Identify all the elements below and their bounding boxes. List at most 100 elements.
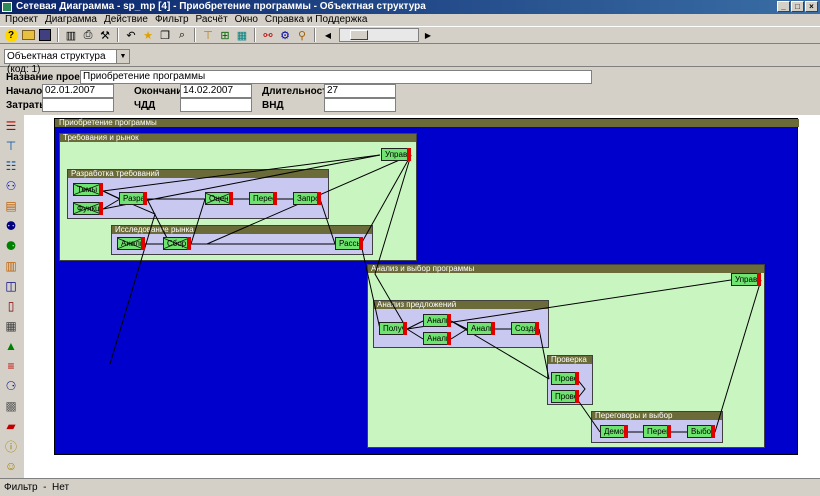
report-icon[interactable]: ▦ (2, 317, 20, 335)
toolbar-separator (57, 28, 59, 42)
task-node[interactable]: Перес (249, 192, 277, 205)
end-date-field[interactable]: 14.02.2007 (180, 84, 252, 98)
filter-icon[interactable]: ⚲ (294, 28, 310, 43)
task-list-icon[interactable]: ☷ (2, 157, 20, 175)
start-label: Начало (6, 86, 43, 97)
status-text: Фильтр - Нет (4, 482, 70, 493)
window-titlebar: Сетевая Диаграмма - sp_mp [4] - Приобрет… (0, 0, 820, 14)
link-icon[interactable]: ⚯ (260, 28, 276, 43)
duration-label: Длительность (262, 86, 334, 97)
users-icon[interactable]: ☺ (2, 457, 20, 475)
task-node[interactable]: Рассы (335, 237, 363, 250)
menu-action[interactable]: Действие (104, 14, 148, 26)
group-title: Анализ предложений (374, 301, 548, 309)
task-node[interactable]: Сбор (163, 237, 191, 250)
task-node[interactable]: Темы (73, 183, 103, 196)
org-icon[interactable]: ⚆ (2, 377, 20, 395)
project-properties: Название проекта Приобретение программы … (0, 67, 820, 115)
task-node[interactable]: Прове (551, 372, 579, 385)
wbs-icon[interactable]: ⊤ (2, 137, 20, 155)
layout-icon[interactable]: ▦ (234, 28, 250, 43)
toolbar-separator (314, 28, 316, 42)
info-icon[interactable]: ⓘ (2, 437, 20, 455)
zoom-icon[interactable]: ⌕ (174, 28, 190, 43)
tools-icon[interactable]: ⚒ (97, 28, 113, 43)
maximize-button[interactable]: □ (791, 1, 804, 12)
menu-project[interactable]: Проект (5, 14, 38, 26)
book-icon[interactable]: ▥ (63, 28, 79, 43)
matrix-icon[interactable]: ▩ (2, 397, 20, 415)
menu-window[interactable]: Окно (235, 14, 258, 26)
irr-field[interactable] (324, 98, 396, 112)
menu-filter[interactable]: Фильтр (155, 14, 189, 26)
menu-diagram[interactable]: Диаграмма (45, 14, 97, 26)
network-diagram[interactable]: Приобретение программы Требования и рыно… (54, 118, 799, 455)
task-node[interactable]: Оцен (205, 192, 233, 205)
copy-icon[interactable]: ❐ (157, 28, 173, 43)
task-node[interactable]: Запро (293, 192, 321, 205)
cost-icon[interactable]: ▥ (2, 257, 20, 275)
task-node[interactable]: Функц (73, 202, 103, 215)
duration-field[interactable]: 27 (324, 84, 396, 98)
gantt-icon[interactable]: ☰ (2, 117, 20, 135)
group-requirements-dev[interactable]: Разработка требований (67, 169, 329, 219)
task-node[interactable]: Анали (467, 322, 495, 335)
menu-calculation[interactable]: Расчёт (196, 14, 228, 26)
diagram-canvas[interactable]: Приобретение программы Требования и рыно… (24, 115, 820, 478)
tree-icon[interactable]: ▲ (2, 337, 20, 355)
zoom-slider[interactable] (339, 28, 419, 42)
print-icon[interactable]: ⎙ (80, 28, 96, 43)
schedule-icon[interactable]: ◫ (2, 277, 20, 295)
resource-icon[interactable]: ⚙ (277, 28, 293, 43)
task-node[interactable]: Анали (423, 332, 451, 345)
resources-icon[interactable]: ⚇ (2, 177, 20, 195)
undo-icon[interactable]: ↶ (123, 28, 139, 43)
group-title: Разработка требований (68, 170, 328, 178)
toolbar-separator (194, 28, 196, 42)
task-node[interactable]: Созда (511, 322, 539, 335)
npv-field[interactable] (180, 98, 252, 112)
project-name-field[interactable]: Приобретение программы (80, 70, 592, 84)
minimize-button[interactable]: _ (777, 1, 790, 12)
menu-bar: Проект Диаграмма Действие Фильтр Расчёт … (0, 14, 820, 26)
task-node[interactable]: Перег (643, 425, 671, 438)
help-icon[interactable]: ? (3, 28, 19, 43)
network-icon[interactable]: ⊞ (217, 28, 233, 43)
group-title: Анализ и выбор программы (368, 265, 764, 273)
scroll-right-icon[interactable]: ▶ (420, 28, 436, 43)
save-icon[interactable] (37, 28, 53, 43)
view-structure-select[interactable]: Объектная структура (код: 1) ▼ (4, 49, 130, 75)
task-node[interactable]: Управ (731, 273, 761, 286)
document-icon[interactable]: ▯ (2, 297, 20, 315)
people-icon[interactable]: ⚉ (2, 217, 20, 235)
task-node[interactable]: Выбор (687, 425, 716, 438)
menu-help[interactable]: Справка и Поддержка (265, 14, 368, 26)
calendar-icon[interactable]: ▤ (2, 197, 20, 215)
favorite-star-icon[interactable]: ★ (140, 28, 156, 43)
root-group-title[interactable]: Приобретение программы (55, 119, 799, 127)
main-toolbar: ? ▥ ⎙ ⚒ ↶ ★ ❐ ⌕ ⊤ ⊞ ▦ ⚯ ⚙ ⚲ ◀ ▶ (0, 26, 820, 44)
task-node[interactable]: Получ (379, 322, 407, 335)
task-node[interactable]: Анали (423, 314, 451, 327)
start-date-field[interactable]: 02.01.2007 (42, 84, 114, 98)
chevron-down-icon[interactable]: ▼ (116, 50, 129, 63)
task-node[interactable]: Анали (117, 237, 145, 250)
open-folder-icon[interactable] (20, 28, 36, 43)
npv-label: ЧДД (134, 100, 156, 111)
task-node[interactable]: Разра (119, 192, 147, 205)
close-button[interactable]: × (805, 1, 818, 12)
team-icon[interactable]: ⚈ (2, 237, 20, 255)
progress-icon[interactable]: ▰ (2, 417, 20, 435)
task-node[interactable]: Демо (600, 425, 628, 438)
group-market-research[interactable]: Исследование рынка (111, 225, 373, 255)
view-row: Объектная структура (код: 1) ▼ (0, 45, 820, 75)
task-node[interactable]: Управ (381, 148, 411, 161)
hierarchy-icon[interactable]: ⊤ (200, 28, 216, 43)
irr-label: ВНД (262, 100, 284, 111)
bars-icon[interactable]: ≡ (2, 357, 20, 375)
zoom-slider-thumb[interactable] (350, 30, 368, 40)
scroll-left-icon[interactable]: ◀ (320, 28, 336, 43)
cost-field[interactable] (42, 98, 114, 112)
task-node[interactable]: Прове (551, 390, 579, 403)
group-title: Исследование рынка (112, 226, 372, 234)
